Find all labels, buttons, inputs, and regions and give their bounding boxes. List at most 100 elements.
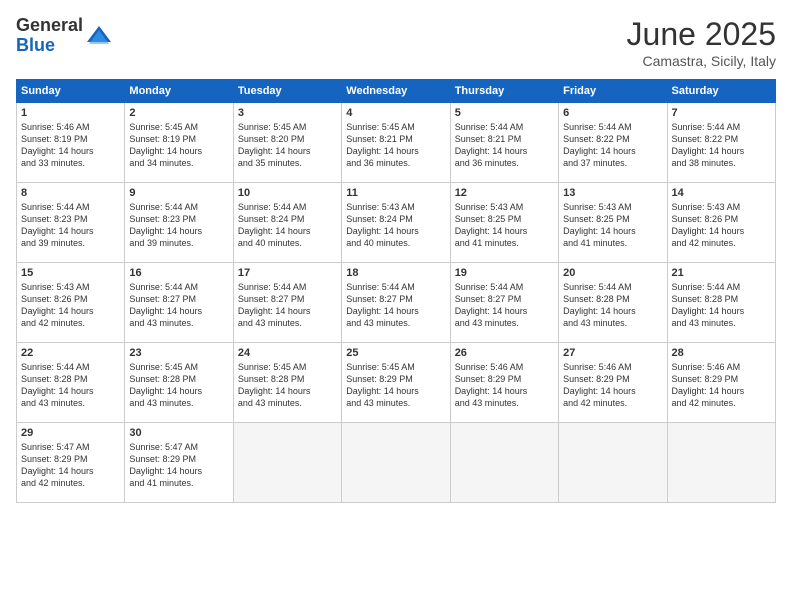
table-row: 2 Sunrise: 5:45 AMSunset: 8:19 PMDaylight… xyxy=(125,103,233,183)
title-block: June 2025 Camastra, Sicily, Italy xyxy=(627,16,776,69)
logo-general: General xyxy=(16,15,83,35)
table-row xyxy=(342,423,450,503)
header: General Blue June 2025 Camastra, Sicily,… xyxy=(16,16,776,69)
table-row: 13 Sunrise: 5:43 AMSunset: 8:25 PMDayligh… xyxy=(559,183,667,263)
day-number: 16 xyxy=(129,267,228,279)
day-info: Sunrise: 5:45 AMSunset: 8:28 PMDaylight:… xyxy=(238,361,337,410)
day-number: 24 xyxy=(238,347,337,359)
col-sunday: Sunday xyxy=(17,80,125,103)
day-info: Sunrise: 5:44 AMSunset: 8:21 PMDaylight:… xyxy=(455,121,554,170)
table-row: 21 Sunrise: 5:44 AMSunset: 8:28 PMDayligh… xyxy=(667,263,775,343)
day-number: 30 xyxy=(129,427,228,439)
col-thursday: Thursday xyxy=(450,80,558,103)
table-row: 20 Sunrise: 5:44 AMSunset: 8:28 PMDayligh… xyxy=(559,263,667,343)
day-number: 17 xyxy=(238,267,337,279)
day-info: Sunrise: 5:45 AMSunset: 8:19 PMDaylight:… xyxy=(129,121,228,170)
col-monday: Monday xyxy=(125,80,233,103)
day-number: 28 xyxy=(672,347,771,359)
day-number: 19 xyxy=(455,267,554,279)
day-number: 12 xyxy=(455,187,554,199)
day-number: 21 xyxy=(672,267,771,279)
day-info: Sunrise: 5:46 AMSunset: 8:29 PMDaylight:… xyxy=(672,361,771,410)
day-info: Sunrise: 5:44 AMSunset: 8:28 PMDaylight:… xyxy=(563,281,662,330)
page: General Blue June 2025 Camastra, Sicily,… xyxy=(0,0,792,612)
table-row: 5 Sunrise: 5:44 AMSunset: 8:21 PMDaylight… xyxy=(450,103,558,183)
table-row: 22Sunrise: 5:44 AMSunset: 8:28 PMDayligh… xyxy=(17,343,125,423)
day-number: 11 xyxy=(346,187,445,199)
day-number: 13 xyxy=(563,187,662,199)
table-row: 14Sunrise: 5:43 AMSunset: 8:26 PMDayligh… xyxy=(667,183,775,263)
day-info: Sunrise: 5:43 AMSunset: 8:26 PMDaylight:… xyxy=(21,281,120,330)
table-row: 9 Sunrise: 5:44 AMSunset: 8:23 PMDaylight… xyxy=(125,183,233,263)
day-info: Sunrise: 5:46 AMSunset: 8:29 PMDaylight:… xyxy=(455,361,554,410)
day-info: Sunrise: 5:44 AMSunset: 8:27 PMDaylight:… xyxy=(455,281,554,330)
table-row: 15 Sunrise: 5:43 AMSunset: 8:26 PMDayligh… xyxy=(17,263,125,343)
logo: General Blue xyxy=(16,16,113,56)
location: Camastra, Sicily, Italy xyxy=(627,53,776,69)
day-number: 5 xyxy=(455,107,554,119)
day-info: Sunrise: 5:47 AMSunset: 8:29 PMDaylight:… xyxy=(129,441,228,490)
day-number: 2 xyxy=(129,107,228,119)
day-info: Sunrise: 5:45 AMSunset: 8:21 PMDaylight:… xyxy=(346,121,445,170)
day-number: 25 xyxy=(346,347,445,359)
day-info: Sunrise: 5:46 AMSunset: 8:29 PMDaylight:… xyxy=(563,361,662,410)
day-info: Sunrise: 5:43 AMSunset: 8:26 PMDaylight:… xyxy=(672,201,771,250)
table-row: 12 Sunrise: 5:43 AMSunset: 8:25 PMDayligh… xyxy=(450,183,558,263)
day-number: 22 xyxy=(21,347,120,359)
day-number: 27 xyxy=(563,347,662,359)
day-info: Sunrise: 5:46 AMSunset: 8:19 PMDaylight:… xyxy=(21,121,120,170)
col-friday: Friday xyxy=(559,80,667,103)
day-info: Sunrise: 5:45 AMSunset: 8:20 PMDaylight:… xyxy=(238,121,337,170)
table-row: 30 Sunrise: 5:47 AMSunset: 8:29 PMDayligh… xyxy=(125,423,233,503)
day-info: Sunrise: 5:43 AMSunset: 8:25 PMDaylight:… xyxy=(455,201,554,250)
month-title: June 2025 xyxy=(627,16,776,53)
logo-text: General Blue xyxy=(16,16,83,56)
day-number: 29 xyxy=(21,427,120,439)
day-number: 23 xyxy=(129,347,228,359)
day-info: Sunrise: 5:44 AMSunset: 8:22 PMDaylight:… xyxy=(672,121,771,170)
day-info: Sunrise: 5:44 AMSunset: 8:27 PMDaylight:… xyxy=(238,281,337,330)
day-number: 26 xyxy=(455,347,554,359)
day-number: 10 xyxy=(238,187,337,199)
table-row: 8Sunrise: 5:44 AMSunset: 8:23 PMDaylight… xyxy=(17,183,125,263)
day-number: 8 xyxy=(21,187,120,199)
day-number: 9 xyxy=(129,187,228,199)
table-row xyxy=(667,423,775,503)
day-number: 20 xyxy=(563,267,662,279)
table-row: 1 Sunrise: 5:46 AMSunset: 8:19 PMDaylight… xyxy=(17,103,125,183)
calendar-header-row: Sunday Monday Tuesday Wednesday Thursday… xyxy=(17,80,776,103)
logo-icon xyxy=(85,22,113,50)
table-row xyxy=(233,423,341,503)
table-row: 26 Sunrise: 5:46 AMSunset: 8:29 PMDayligh… xyxy=(450,343,558,423)
day-info: Sunrise: 5:44 AMSunset: 8:23 PMDaylight:… xyxy=(129,201,228,250)
table-row: 19 Sunrise: 5:44 AMSunset: 8:27 PMDayligh… xyxy=(450,263,558,343)
day-info: Sunrise: 5:44 AMSunset: 8:27 PMDaylight:… xyxy=(129,281,228,330)
day-number: 15 xyxy=(21,267,120,279)
day-number: 18 xyxy=(346,267,445,279)
day-number: 3 xyxy=(238,107,337,119)
day-info: Sunrise: 5:44 AMSunset: 8:28 PMDaylight:… xyxy=(672,281,771,330)
day-info: Sunrise: 5:44 AMSunset: 8:22 PMDaylight:… xyxy=(563,121,662,170)
table-row: 25 Sunrise: 5:45 AMSunset: 8:29 PMDayligh… xyxy=(342,343,450,423)
col-saturday: Saturday xyxy=(667,80,775,103)
table-row: 16 Sunrise: 5:44 AMSunset: 8:27 PMDayligh… xyxy=(125,263,233,343)
day-info: Sunrise: 5:44 AMSunset: 8:24 PMDaylight:… xyxy=(238,201,337,250)
table-row: 3 Sunrise: 5:45 AMSunset: 8:20 PMDaylight… xyxy=(233,103,341,183)
table-row: 24 Sunrise: 5:45 AMSunset: 8:28 PMDayligh… xyxy=(233,343,341,423)
day-number: 4 xyxy=(346,107,445,119)
col-tuesday: Tuesday xyxy=(233,80,341,103)
table-row: 23 Sunrise: 5:45 AMSunset: 8:28 PMDayligh… xyxy=(125,343,233,423)
table-row: 18Sunrise: 5:44 AMSunset: 8:27 PMDayligh… xyxy=(342,263,450,343)
col-wednesday: Wednesday xyxy=(342,80,450,103)
logo-blue: Blue xyxy=(16,35,55,55)
table-row xyxy=(559,423,667,503)
day-info: Sunrise: 5:43 AMSunset: 8:25 PMDaylight:… xyxy=(563,201,662,250)
table-row: 29Sunrise: 5:47 AMSunset: 8:29 PMDayligh… xyxy=(17,423,125,503)
day-number: 1 xyxy=(21,107,120,119)
day-info: Sunrise: 5:45 AMSunset: 8:29 PMDaylight:… xyxy=(346,361,445,410)
day-number: 7 xyxy=(672,107,771,119)
table-row: 10 Sunrise: 5:44 AMSunset: 8:24 PMDayligh… xyxy=(233,183,341,263)
day-number: 6 xyxy=(563,107,662,119)
day-info: Sunrise: 5:45 AMSunset: 8:28 PMDaylight:… xyxy=(129,361,228,410)
table-row: 11Sunrise: 5:43 AMSunset: 8:24 PMDayligh… xyxy=(342,183,450,263)
